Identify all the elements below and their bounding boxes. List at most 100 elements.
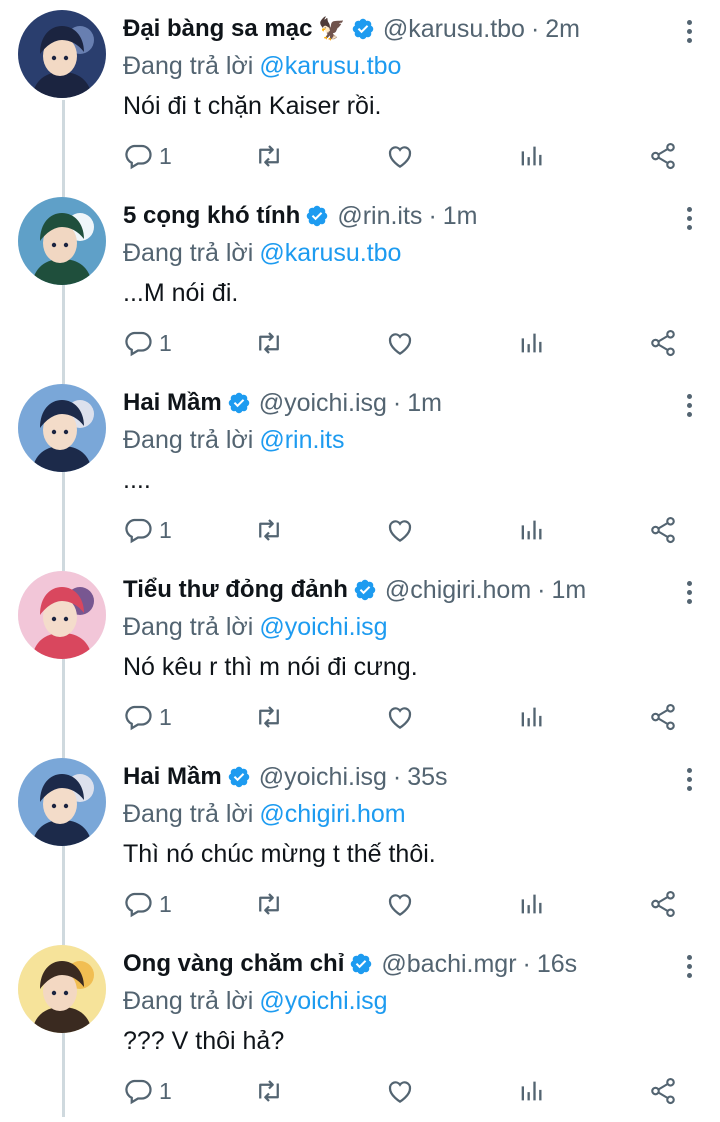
share-icon [651, 329, 675, 357]
views-chart-icon [521, 146, 542, 166]
share-button[interactable] [648, 512, 678, 548]
tweet-text: ??? V thôi hả? [123, 1027, 285, 1055]
display-name[interactable]: Tiểu thư đỏng đảnh [123, 576, 348, 604]
reply-icon [125, 892, 152, 918]
replying-to: Đang trả lời @yoichi.isg [123, 983, 704, 1019]
separator-dot: · [530, 14, 540, 43]
timestamp[interactable]: 35s [407, 763, 447, 792]
like-button[interactable] [385, 1073, 415, 1109]
reply-button[interactable]: 1 [123, 886, 172, 922]
display-name[interactable]: Hai Mầm [123, 763, 222, 791]
separator-dot: · [428, 201, 437, 230]
tweet[interactable]: 5 cọng khó tính @rin.its · 1m Đang trả l… [0, 187, 720, 374]
more-options-icon[interactable] [674, 203, 704, 233]
reply-button[interactable]: 1 [123, 699, 172, 735]
tweet[interactable]: Hai Mầm @yoichi.isg · 35s Đang trả lời @c… [0, 748, 720, 935]
replying-to-handle[interactable]: @karusu.tbo [259, 239, 401, 267]
retweet-button[interactable] [253, 886, 285, 922]
replying-to: Đang trả lời @karusu.tbo [123, 48, 704, 84]
share-icon [651, 142, 675, 170]
avatar[interactable] [18, 571, 106, 659]
tweet[interactable]: Đại bàng sa mạc 🦅 @karusu.tbo · 2m Đang … [0, 0, 720, 187]
retweet-button[interactable] [253, 325, 285, 361]
user-handle[interactable]: @karusu.tbo [383, 15, 525, 44]
views-button[interactable] [517, 699, 545, 735]
retweet-button[interactable] [253, 138, 285, 174]
user-handle[interactable]: @yoichi.isg [259, 389, 387, 418]
share-button[interactable] [648, 325, 678, 361]
avatar[interactable] [18, 758, 106, 846]
timestamp[interactable]: 1m [443, 202, 478, 231]
reply-button[interactable]: 1 [123, 138, 172, 174]
views-button[interactable] [517, 1073, 545, 1109]
timestamp[interactable]: 1m [407, 389, 442, 418]
share-icon [651, 1077, 675, 1105]
avatar[interactable] [18, 10, 106, 98]
retweet-button[interactable] [253, 512, 285, 548]
user-handle[interactable]: @bachi.mgr [381, 950, 516, 979]
display-name[interactable]: Hai Mầm [123, 389, 222, 417]
views-button[interactable] [517, 512, 545, 548]
share-icon [651, 890, 675, 918]
user-handle[interactable]: @chigiri.hom [385, 576, 531, 605]
more-options-icon[interactable] [674, 577, 704, 607]
views-button[interactable] [517, 886, 545, 922]
timestamp[interactable]: 1m [552, 576, 587, 605]
retweet-button[interactable] [253, 699, 285, 735]
replying-to-handle[interactable]: @yoichi.isg [259, 613, 387, 641]
views-button[interactable] [517, 138, 545, 174]
replying-to-handle[interactable]: @karusu.tbo [259, 52, 401, 80]
user-handle[interactable]: @rin.its [337, 202, 422, 231]
share-button[interactable] [648, 699, 678, 735]
replying-to-label: Đang trả lời [123, 987, 254, 1015]
reply-count: 1 [159, 142, 172, 169]
timestamp[interactable]: 2m [545, 15, 580, 44]
like-button[interactable] [385, 699, 415, 735]
reply-button[interactable]: 1 [123, 1073, 172, 1109]
avatar[interactable] [18, 384, 106, 472]
more-options-icon[interactable] [674, 951, 704, 981]
like-button[interactable] [385, 886, 415, 922]
user-handle[interactable]: @yoichi.isg [259, 763, 387, 792]
avatar[interactable] [18, 197, 106, 285]
reply-button[interactable]: 1 [123, 512, 172, 548]
reply-count: 1 [159, 703, 172, 730]
replying-to-label: Đang trả lời [123, 800, 254, 828]
tweet[interactable]: Tiểu thư đỏng đảnh @chigiri.hom · 1m Đan… [0, 561, 720, 748]
like-button[interactable] [385, 138, 415, 174]
tweet[interactable]: Hai Mầm @yoichi.isg · 1m Đang trả lời @ri… [0, 374, 720, 561]
display-name[interactable]: Ong vàng chăm chỉ [123, 950, 344, 978]
display-name[interactable]: 5 cọng khó tính [123, 202, 300, 230]
heart-icon [388, 333, 412, 355]
more-options-icon[interactable] [674, 764, 704, 794]
timestamp[interactable]: 16s [537, 950, 577, 979]
like-button[interactable] [385, 512, 415, 548]
retweet-button[interactable] [253, 1073, 285, 1109]
replying-to: Đang trả lời @rin.its [123, 422, 704, 458]
tweet[interactable]: Ong vàng chăm chỉ @bachi.mgr · 16s Đang … [0, 935, 720, 1122]
action-bar: 1 [123, 699, 688, 735]
like-button[interactable] [385, 325, 415, 361]
reply-button[interactable]: 1 [123, 325, 172, 361]
retweet-icon [259, 893, 279, 915]
tweet-text: ...M nói đi. [123, 279, 239, 307]
avatar-illustration [18, 384, 106, 472]
display-name[interactable]: Đại bàng sa mạc [123, 15, 312, 43]
replying-to-handle[interactable]: @rin.its [259, 426, 344, 454]
replying-to-handle[interactable]: @yoichi.isg [259, 987, 387, 1015]
views-button[interactable] [517, 325, 545, 361]
share-button[interactable] [648, 886, 678, 922]
views-chart-icon [521, 894, 542, 914]
avatar-illustration [18, 758, 106, 846]
verified-badge-icon [228, 392, 249, 414]
share-icon [651, 703, 675, 731]
share-button[interactable] [648, 1073, 678, 1109]
avatar[interactable] [18, 945, 106, 1033]
replying-to-handle[interactable]: @chigiri.hom [259, 800, 405, 828]
heart-icon [388, 894, 412, 916]
share-button[interactable] [648, 138, 678, 174]
reply-icon [125, 1079, 152, 1105]
more-options-icon[interactable] [674, 16, 704, 46]
action-bar: 1 [123, 512, 688, 548]
more-options-icon[interactable] [674, 390, 704, 420]
